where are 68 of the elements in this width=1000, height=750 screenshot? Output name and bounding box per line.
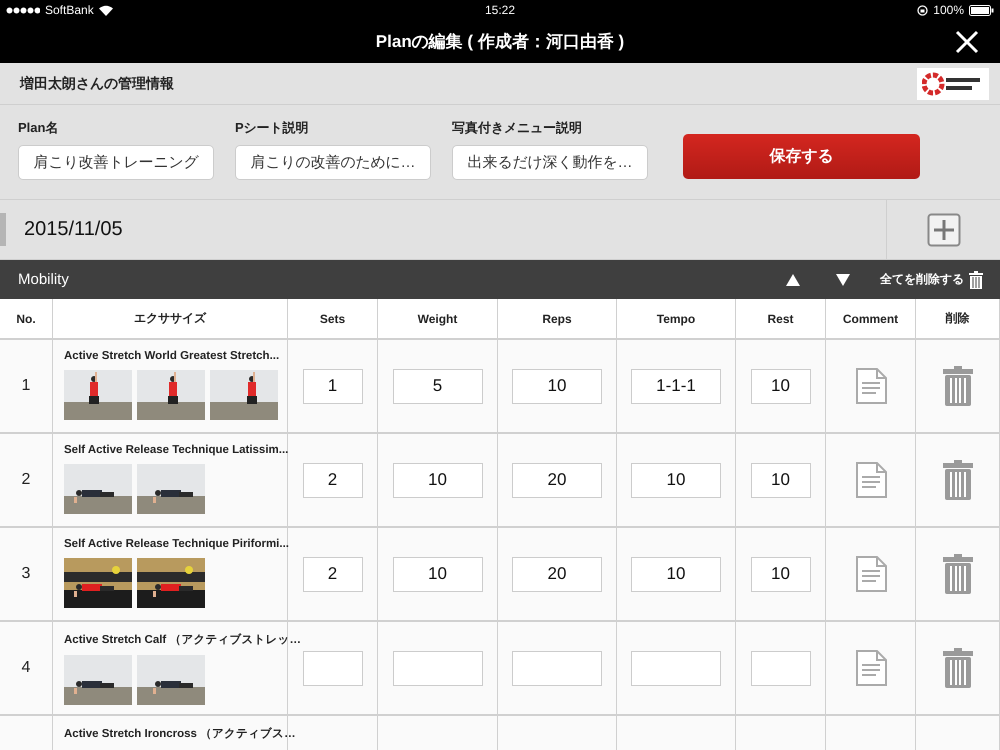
- column-header: Sets: [288, 299, 378, 340]
- tempo-field[interactable]: [631, 650, 721, 686]
- field-label: 写真付きメニュー説明: [452, 118, 583, 136]
- battery-icon: [969, 4, 994, 16]
- window-title: Planの編集 ( 作成者：河口由香 ): [376, 31, 624, 53]
- signal-icon: [6, 6, 40, 14]
- section-heading: 増田太朗さんの管理情報: [20, 74, 174, 92]
- exercise-title: Active Stretch World Greatest Stretch...: [64, 350, 280, 362]
- sets-field[interactable]: 1: [302, 368, 362, 404]
- rest-field[interactable]: [750, 650, 810, 686]
- document-icon[interactable]: [854, 368, 886, 404]
- rotation-lock-icon: [917, 4, 928, 16]
- date-marker: [0, 213, 6, 246]
- row-number: 2: [22, 471, 30, 489]
- exercise-title: Active Stretch Calf （アクティブストレッ…: [64, 632, 301, 647]
- input-field[interactable]: 肩こり改善トレーニング: [18, 144, 214, 180]
- trash-icon[interactable]: [969, 270, 983, 288]
- weight-field[interactable]: [392, 650, 482, 686]
- reps-field[interactable]: 10: [512, 368, 602, 404]
- carrier-name: SoftBank: [45, 3, 94, 17]
- column-header: 削除: [916, 299, 1000, 340]
- field-label: Plan名: [18, 118, 60, 136]
- tempo-field[interactable]: 10: [631, 556, 721, 592]
- input-field[interactable]: 出来るだけ深く動作を…: [452, 144, 648, 180]
- wifi-icon: [98, 4, 113, 16]
- close-icon[interactable]: [954, 29, 980, 55]
- input-field[interactable]: 肩こりの改善のために…: [235, 144, 431, 180]
- weight-field[interactable]: 10: [392, 556, 482, 592]
- logo-icon: [917, 68, 989, 100]
- column-header: Comment: [826, 299, 916, 340]
- column-header: No.: [0, 299, 53, 340]
- tempo-field[interactable]: 10: [631, 462, 721, 498]
- reps-field[interactable]: [512, 650, 602, 686]
- document-icon[interactable]: [854, 556, 886, 592]
- field-label: Pシート説明: [235, 118, 310, 136]
- document-icon[interactable]: [854, 462, 886, 498]
- column-header: エクササイズ: [53, 299, 288, 340]
- save-button[interactable]: 保存する: [683, 134, 920, 178]
- reps-field[interactable]: 20: [512, 462, 602, 498]
- column-header: Rest: [736, 299, 826, 340]
- column-header: Tempo: [617, 299, 736, 340]
- row-number: 4: [22, 659, 30, 677]
- sets-field[interactable]: [302, 650, 362, 686]
- delete-all-link[interactable]: 全てを削除する: [880, 271, 964, 288]
- weight-field[interactable]: 10: [392, 462, 482, 498]
- add-icon[interactable]: [926, 212, 960, 246]
- section-title: Mobility: [18, 271, 70, 288]
- move-up-icon[interactable]: [786, 274, 800, 286]
- column-header: Reps: [498, 299, 617, 340]
- tempo-field[interactable]: 1-1-1: [631, 368, 721, 404]
- row-number: 3: [22, 565, 30, 583]
- row-number: 1: [22, 377, 30, 395]
- rest-field[interactable]: 10: [750, 556, 810, 592]
- weight-field[interactable]: 5: [392, 368, 482, 404]
- date-label: 2015/11/05: [24, 218, 123, 241]
- move-down-icon[interactable]: [836, 274, 850, 286]
- exercise-title: Self Active Release Technique Piriformi...: [64, 538, 289, 550]
- clock: 15:22: [484, 3, 516, 17]
- battery-percent: 100%: [933, 3, 964, 17]
- rest-field[interactable]: 10: [750, 462, 810, 498]
- exercise-title: Active Stretch Ironcross （アクティブス…: [64, 726, 296, 741]
- exercise-title: Self Active Release Technique Latissim...: [64, 444, 288, 456]
- column-header: Weight: [378, 299, 498, 340]
- rest-field[interactable]: 10: [750, 368, 810, 404]
- reps-field[interactable]: 20: [512, 556, 602, 592]
- sets-field[interactable]: 2: [302, 462, 362, 498]
- document-icon[interactable]: [854, 650, 886, 686]
- sets-field[interactable]: 2: [302, 556, 362, 592]
